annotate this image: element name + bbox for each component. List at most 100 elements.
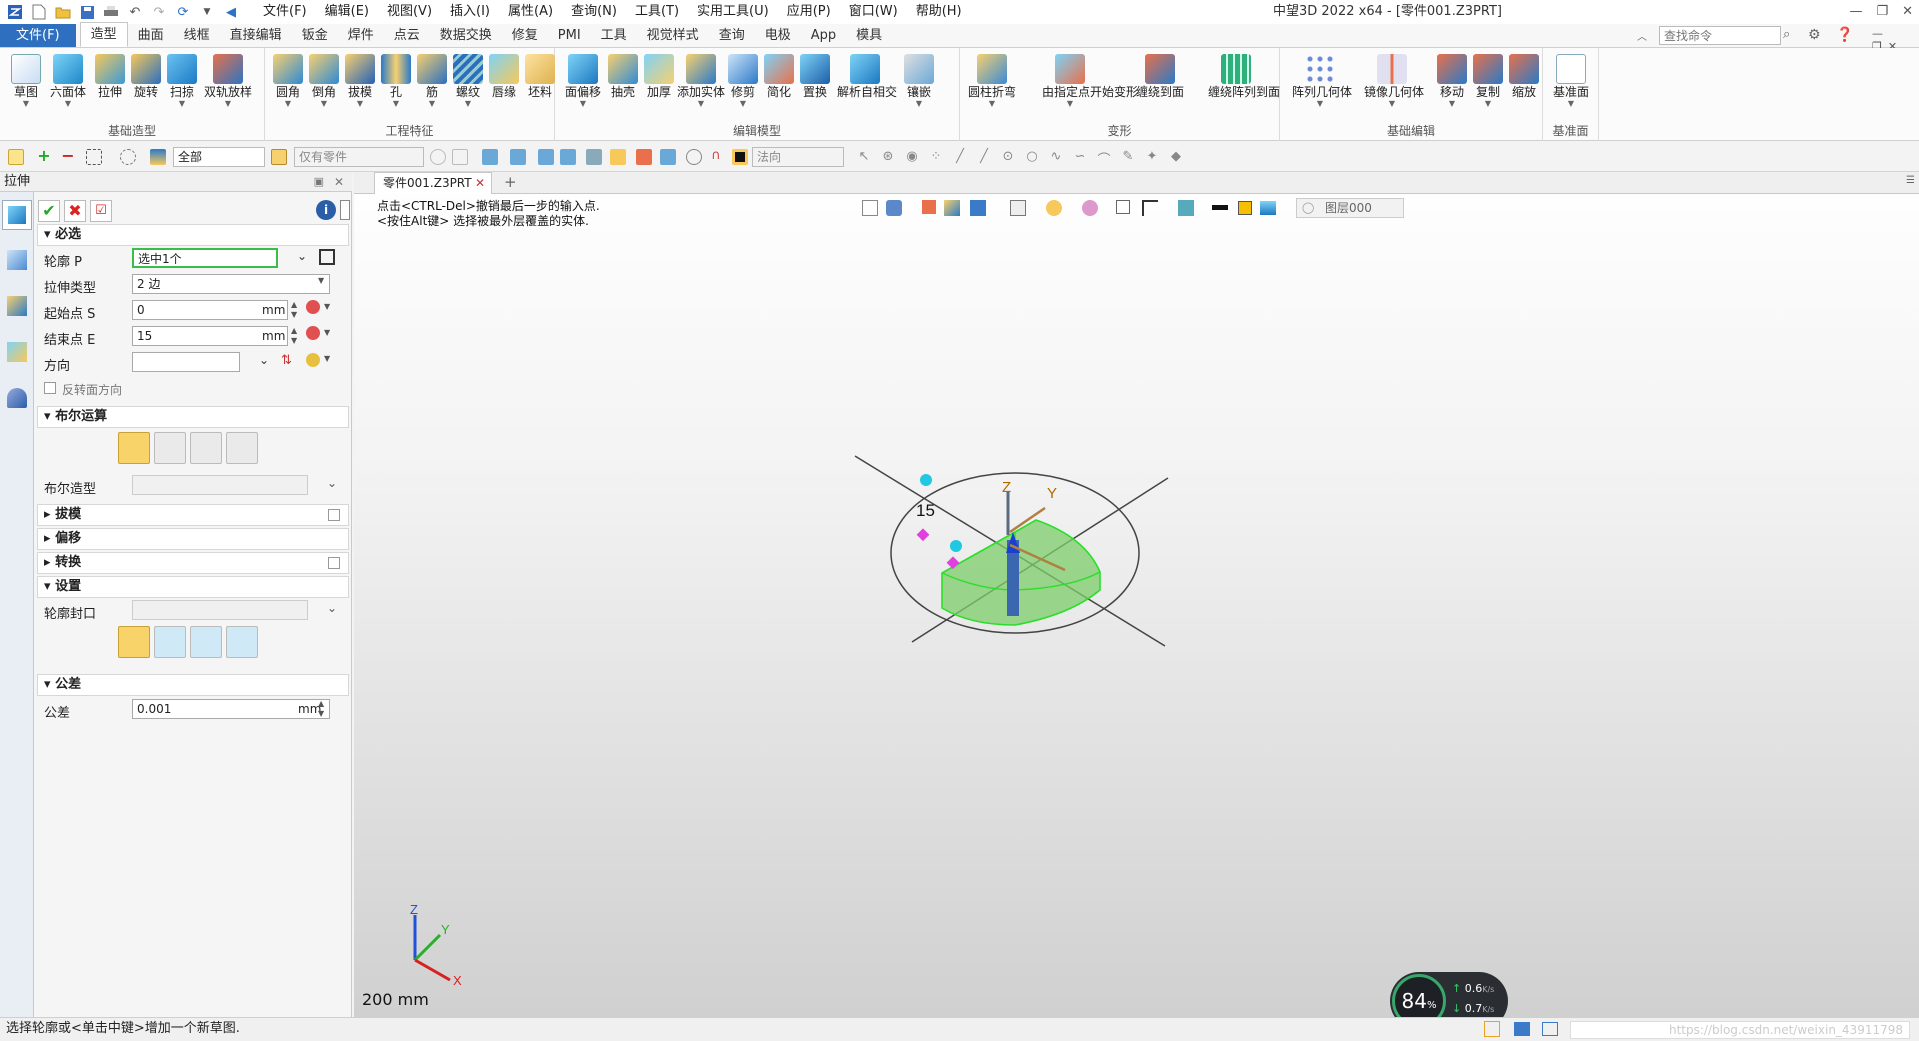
view-icon-5[interactable] [586,149,602,165]
measure-icon[interactable] [306,326,320,340]
tab-query[interactable]: 查询 [709,24,755,47]
tool-wrap-to-face[interactable]: 缠绕到面 [1136,54,1184,100]
filter-select[interactable]: 全部 [173,147,265,167]
expand-chevron-icon[interactable]: ⌄ [327,476,337,490]
tool-mirror[interactable]: 镜像几何体 ▼ [1364,54,1424,108]
flip-direction-icon[interactable]: ⇅ [281,353,292,368]
view-icon-3[interactable] [538,149,554,165]
magnet-icon[interactable]: ∩ [708,149,724,165]
chevron-down-icon[interactable]: ▼ [324,354,330,363]
tool-wrap-pattern[interactable]: 缠绕阵列到面 [1208,54,1280,100]
sketch-select-icon[interactable] [319,249,335,265]
profile-cap-field[interactable] [132,600,308,620]
tool-sweep[interactable]: 扫掠 ▼ [164,54,200,108]
type-select[interactable]: 2 边 [132,274,330,294]
tool-deform-from-point[interactable]: 由指定点开始变形 ▼ [1042,54,1138,108]
new-file-icon[interactable] [30,3,48,21]
boolean-base-button[interactable] [118,432,150,464]
filter-icon[interactable] [150,149,166,165]
tab-visual-style[interactable]: 视觉样式 [637,24,709,47]
display-solid-icon[interactable] [944,200,960,216]
wave-icon[interactable]: ∽ [1072,149,1088,165]
dimension-label[interactable]: 15 [916,501,935,520]
doc-icon[interactable] [340,200,350,220]
arc-icon[interactable]: ⌒ [1096,149,1112,168]
spinner-icon[interactable]: ▲ ▼ [291,326,297,346]
tab-surface[interactable]: 曲面 [128,24,174,47]
cap-start-button[interactable] [154,626,186,658]
menu-help[interactable]: 帮助(H) [907,0,971,24]
expand-chevron-icon[interactable]: ⌄ [297,249,307,263]
snap-icon[interactable] [430,149,446,165]
cap-end-button[interactable] [190,626,222,658]
tool-cylinder-bend[interactable]: 圆柱折弯 ▼ [968,54,1016,108]
tab-repair[interactable]: 修复 [502,24,548,47]
section-required[interactable]: ▾ 必选 [37,224,349,246]
section-checkbox[interactable] [328,509,340,521]
section-draft[interactable]: ▸ 拔模 [37,504,349,526]
menu-query[interactable]: 查询(N) [562,0,626,24]
zoom-window-icon[interactable] [1116,200,1130,214]
direction-select[interactable]: 法向 [752,147,844,167]
tab-electrode[interactable]: 电极 [755,24,801,47]
cap-none-button[interactable] [226,626,258,658]
vector-icon[interactable] [306,353,320,367]
expand-chevron-icon[interactable]: ⌄ [327,601,337,615]
pick-icon[interactable] [8,149,24,165]
spinner-icon[interactable]: ▲ ▼ [291,300,297,320]
view-icon-7[interactable] [636,149,652,165]
boolean-add-button[interactable] [154,432,186,464]
collapse-ribbon-icon[interactable]: ︿ [1637,28,1647,43]
tab-list-icon[interactable]: ☰ [1906,175,1915,186]
tool-sketch[interactable]: 草图 ▼ [8,54,44,108]
tool-thicken[interactable]: 加厚 [641,54,677,100]
tab-pmi[interactable]: PMI [548,24,591,47]
tool-emboss[interactable]: 镶嵌 ▼ [901,54,937,108]
menu-insert[interactable]: 插入(I) [441,0,499,24]
section-checkbox[interactable] [328,557,340,569]
snap-c-icon[interactable]: ⁘ [928,149,944,165]
menu-view[interactable]: 视图(V) [378,0,441,24]
undo-icon[interactable]: ↶ [126,3,144,21]
info-icon[interactable]: i [316,200,336,220]
render-icon[interactable] [7,342,27,362]
tab-modeling[interactable]: 造型 [79,22,128,47]
tool-self-intersect[interactable]: 解析自相交 [837,54,897,100]
layer-icon[interactable] [1260,201,1276,215]
redo-icon[interactable]: ↷ [150,3,168,21]
close-icon[interactable]: ✕ [1902,0,1913,24]
menu-window[interactable]: 窗口(W) [840,0,907,24]
view-icon-1[interactable] [482,149,498,165]
tool-stock[interactable]: 坯料 [522,54,558,100]
history-tree-icon[interactable] [7,250,27,270]
profile-field[interactable]: 选中1个 [132,248,278,268]
tool-dual-rail-loft[interactable]: 双轨放样 ▼ [204,54,252,108]
tab-app[interactable]: App [801,24,846,47]
help-icon[interactable]: ❓ [1836,27,1853,43]
tab-point-cloud[interactable]: 点云 [384,24,430,47]
line-color-swatch[interactable] [1212,205,1228,210]
cap-both-button[interactable] [118,626,150,658]
document-tab[interactable]: 零件001.Z3PRT ✕ [374,172,492,194]
point-snap-icon[interactable] [732,149,748,165]
tab-file[interactable]: 文件(F) [0,24,76,47]
assembly-icon[interactable] [7,296,27,316]
tab-data-exchange[interactable]: 数据交换 [430,24,502,47]
measure-icon[interactable] [306,300,320,314]
direction-field[interactable] [132,352,240,372]
bool-shape-field[interactable] [132,475,308,495]
app-logo-icon[interactable] [6,3,24,21]
snap2-icon[interactable] [452,149,468,165]
filter-view-icon[interactable] [1178,200,1194,216]
restore-icon[interactable]: ❐ [1876,0,1888,24]
section-boolean[interactable]: ▾ 布尔运算 [37,406,349,428]
menu-attribute[interactable]: 属性(A) [499,0,562,24]
line2-icon[interactable]: ╱ [976,149,992,165]
view-icon-6[interactable] [610,149,626,165]
tool-pattern[interactable]: 阵列几何体 ▼ [1292,54,1352,108]
menu-utilities[interactable]: 实用工具(U) [688,0,778,24]
ok-button[interactable]: ✔ [38,200,60,222]
snap-b-icon[interactable]: ◉ [904,149,920,165]
tab-mold[interactable]: 模具 [846,24,892,47]
tool-add-solid[interactable]: 添加实体 ▼ [677,54,725,108]
